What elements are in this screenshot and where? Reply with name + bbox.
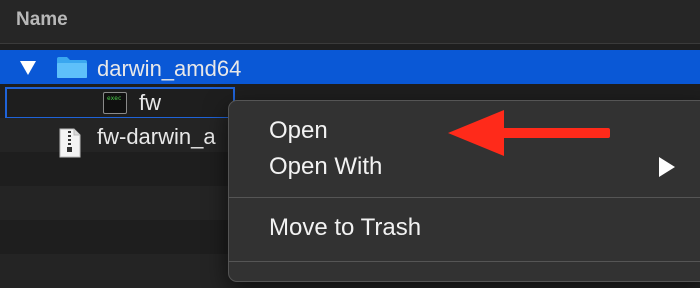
menu-separator	[229, 261, 700, 262]
menu-item-move-to-trash[interactable]: Move to Trash	[269, 214, 421, 242]
menu-item-open-with[interactable]: Open With	[269, 153, 382, 181]
archive-icon	[59, 128, 81, 158]
file-name-label: fw-darwin_a	[97, 124, 216, 149]
disclosure-triangle-icon[interactable]	[20, 61, 36, 75]
menu-item-open[interactable]: Open	[269, 117, 328, 145]
column-title-name[interactable]: Name	[16, 9, 68, 31]
menu-separator	[229, 197, 700, 198]
annotation-arrow-icon	[448, 110, 610, 156]
submenu-chevron-icon	[659, 157, 675, 177]
column-header[interactable]: Name	[0, 0, 700, 44]
file-name-label: fw	[139, 90, 161, 115]
folder-icon	[57, 57, 87, 78]
file-name-label: darwin_amd64	[97, 56, 242, 81]
executable-icon: exec	[103, 92, 127, 114]
